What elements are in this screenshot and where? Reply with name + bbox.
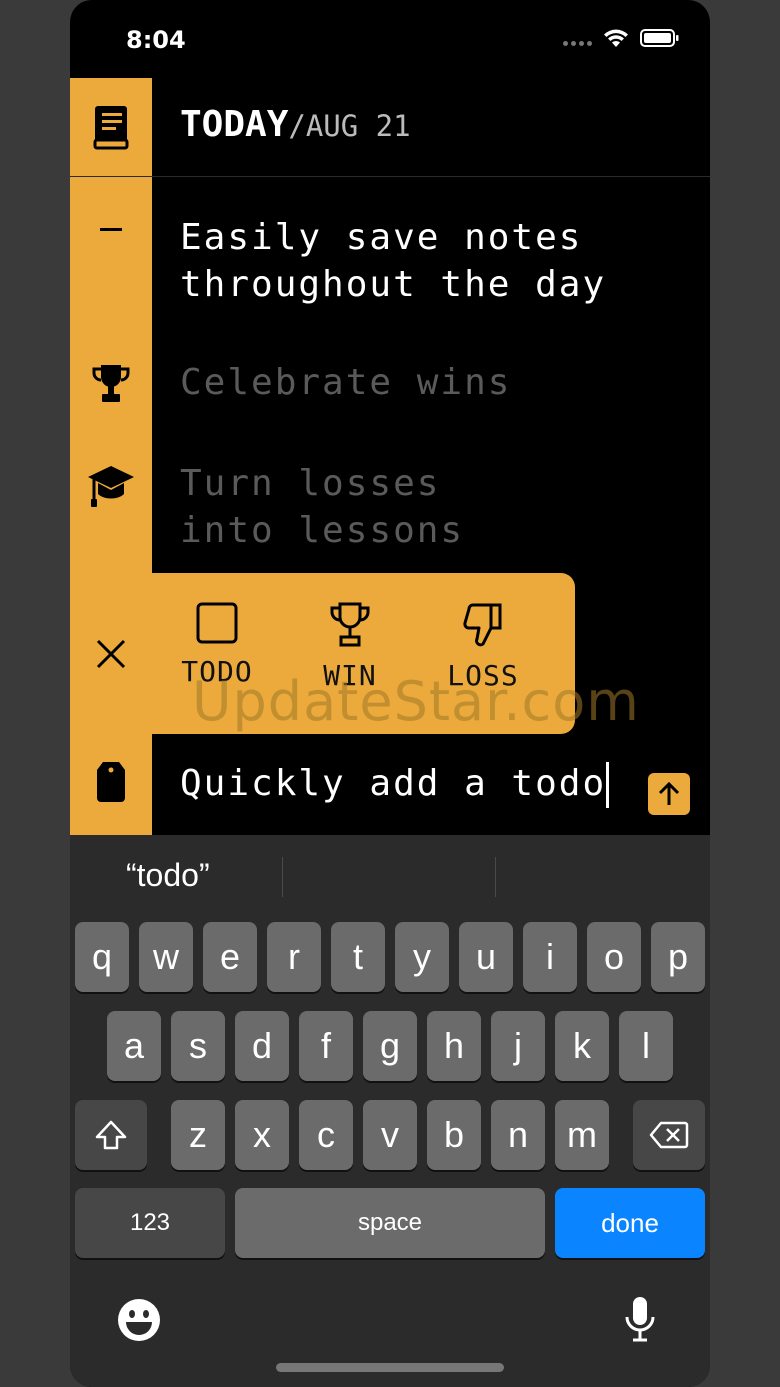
header-divider bbox=[70, 176, 710, 177]
key-c[interactable]: c bbox=[299, 1100, 353, 1170]
key-n[interactable]: n bbox=[491, 1100, 545, 1170]
send-button[interactable] bbox=[648, 773, 690, 815]
suggestion-bar: “todo” bbox=[70, 835, 710, 921]
key-u[interactable]: u bbox=[459, 922, 513, 992]
note-wins[interactable]: Celebrate wins bbox=[180, 359, 511, 406]
done-key[interactable]: done bbox=[555, 1188, 705, 1258]
status-icons bbox=[563, 28, 680, 48]
keyboard: “todo” q w e r t y u i o p a s d f g h j… bbox=[70, 835, 710, 1387]
backspace-icon bbox=[649, 1121, 689, 1149]
todo-input-value: Quickly add a todo bbox=[180, 763, 607, 804]
suggestion-divider bbox=[495, 857, 496, 897]
key-b[interactable]: b bbox=[427, 1100, 481, 1170]
key-x[interactable]: x bbox=[235, 1100, 289, 1170]
key-h[interactable]: h bbox=[427, 1011, 481, 1081]
space-key[interactable]: space bbox=[235, 1188, 545, 1258]
microphone-icon bbox=[625, 1297, 655, 1342]
sidebar-journal-tab[interactable] bbox=[70, 78, 152, 178]
key-l[interactable]: l bbox=[619, 1011, 673, 1081]
signal-icon bbox=[563, 31, 592, 46]
key-v[interactable]: v bbox=[363, 1100, 417, 1170]
key-j[interactable]: j bbox=[491, 1011, 545, 1081]
key-a[interactable]: a bbox=[107, 1011, 161, 1081]
dash-icon[interactable] bbox=[70, 228, 152, 231]
numbers-key[interactable]: 123 bbox=[75, 1188, 225, 1258]
note-primary[interactable]: Easily save notes throughout the day bbox=[180, 214, 606, 308]
key-o[interactable]: o bbox=[587, 922, 641, 992]
key-r[interactable]: r bbox=[267, 922, 321, 992]
key-m[interactable]: m bbox=[555, 1100, 609, 1170]
title-today: TODAY bbox=[180, 104, 289, 145]
microphone-button[interactable] bbox=[624, 1295, 656, 1349]
shift-icon bbox=[95, 1120, 127, 1150]
home-indicator[interactable] bbox=[276, 1363, 504, 1372]
title-slash: / bbox=[288, 109, 306, 143]
trophy-icon[interactable] bbox=[70, 363, 152, 405]
sidebar bbox=[70, 178, 152, 835]
key-f[interactable]: f bbox=[299, 1011, 353, 1081]
backspace-key[interactable] bbox=[633, 1100, 705, 1170]
close-picker-button[interactable] bbox=[90, 633, 132, 675]
thumbs-down-icon bbox=[463, 603, 502, 647]
suggestion-divider bbox=[282, 857, 283, 897]
emoji-button[interactable] bbox=[117, 1298, 161, 1346]
title-date: AUG 21 bbox=[305, 109, 411, 143]
key-w[interactable]: w bbox=[139, 922, 193, 992]
key-s[interactable]: s bbox=[171, 1011, 225, 1081]
checkbox-icon bbox=[196, 602, 238, 644]
key-k[interactable]: k bbox=[555, 1011, 609, 1081]
note-losses[interactable]: Turn losses into lessons bbox=[180, 460, 464, 554]
todo-input[interactable]: Quickly add a todo bbox=[180, 762, 610, 808]
key-t[interactable]: t bbox=[331, 922, 385, 992]
key-d[interactable]: d bbox=[235, 1011, 289, 1081]
journal-icon bbox=[70, 104, 152, 150]
close-icon bbox=[96, 639, 126, 669]
arrow-up-icon bbox=[658, 781, 680, 805]
shift-key[interactable] bbox=[75, 1100, 147, 1170]
graduation-cap-icon[interactable] bbox=[70, 463, 152, 509]
page-title: TODAY/AUG 21 bbox=[180, 104, 411, 145]
key-i[interactable]: i bbox=[523, 922, 577, 992]
key-p[interactable]: p bbox=[651, 922, 705, 992]
key-z[interactable]: z bbox=[171, 1100, 225, 1170]
key-y[interactable]: y bbox=[395, 922, 449, 992]
tag-icon[interactable] bbox=[70, 760, 152, 804]
battery-icon bbox=[640, 29, 679, 47]
key-q[interactable]: q bbox=[75, 922, 129, 992]
key-g[interactable]: g bbox=[363, 1011, 417, 1081]
emoji-icon bbox=[118, 1299, 160, 1341]
watermark: UpdateStar.com bbox=[192, 670, 640, 733]
text-caret bbox=[606, 762, 610, 808]
status-time: 8:04 bbox=[126, 26, 186, 54]
trophy-outline-icon bbox=[330, 602, 370, 647]
suggestion-item[interactable]: “todo” bbox=[126, 857, 210, 894]
wifi-icon bbox=[604, 29, 628, 47]
key-e[interactable]: e bbox=[203, 922, 257, 992]
